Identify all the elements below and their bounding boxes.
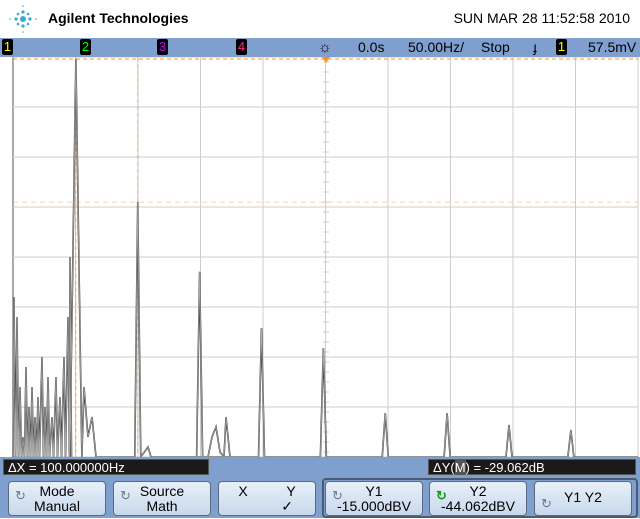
header: Agilent Technologies SUN MAR 28 11:52:58…: [0, 0, 640, 38]
channel-2-indicator[interactable]: 2: [80, 39, 91, 55]
rotate-knob-active-icon: ↻: [436, 488, 447, 503]
channel-4-indicator[interactable]: 4: [236, 39, 247, 55]
rotate-knob-icon: ↻: [120, 488, 131, 503]
softkey-panel: ΔX = 100.000000Hz ΔY(M) = -29.062dB ↻ Mod…: [0, 457, 640, 518]
y2-softkey[interactable]: ↻ Y2 -44.062dBV: [429, 481, 527, 516]
softkey-label: Y1 Y2: [564, 489, 602, 505]
trigger-level: 57.5mV: [588, 39, 637, 55]
y-option: Y: [286, 483, 296, 499]
agilent-logo-icon: [9, 5, 37, 33]
channel-1-indicator[interactable]: 1: [2, 39, 13, 55]
delay-value: 0.0s: [358, 39, 385, 55]
y-selected-check: ✓: [281, 498, 293, 514]
mode-softkey[interactable]: ↻ Mode Manual: [8, 481, 106, 516]
rotate-knob-icon: ↻: [332, 488, 343, 503]
delta-y-readout: ΔY(M) = -29.062dB: [428, 459, 636, 475]
rotate-knob-icon: ↻: [541, 496, 552, 511]
trigger-edge-icon: ɟ: [533, 39, 537, 55]
delta-x-readout: ΔX = 100.000000Hz: [3, 459, 209, 475]
status-bar: 1 2 3 4 ☼ 0.0s 50.00Hz/ Stop ɟ 1 57.5mV: [0, 38, 640, 57]
delta-y-source: M: [454, 460, 466, 475]
source-softkey[interactable]: ↻ Source Math: [113, 481, 211, 516]
timebase-value: 50.00Hz/: [408, 39, 465, 55]
y1-y2-softkey[interactable]: ↻ Y1 Y2: [534, 481, 632, 516]
datetime: SUN MAR 28 11:52:58 2010: [453, 10, 630, 26]
xy-softkey[interactable]: X Y ✓: [218, 481, 316, 516]
channel-3-indicator[interactable]: 3: [157, 39, 168, 55]
acquire-icon: ☼: [318, 39, 332, 56]
trigger-source: 1: [556, 39, 567, 55]
spectrum-display: [12, 57, 639, 457]
delta-y-value: ) = -29.062dB: [465, 460, 545, 475]
brand-name: Agilent Technologies: [48, 10, 189, 26]
rotate-knob-icon: ↻: [15, 488, 26, 503]
run-state: Stop: [481, 39, 510, 55]
x-option: X: [238, 483, 248, 499]
delta-y-label: ΔY(: [433, 460, 455, 475]
y1-softkey[interactable]: ↻ Y1 -15.000dBV: [325, 481, 423, 516]
